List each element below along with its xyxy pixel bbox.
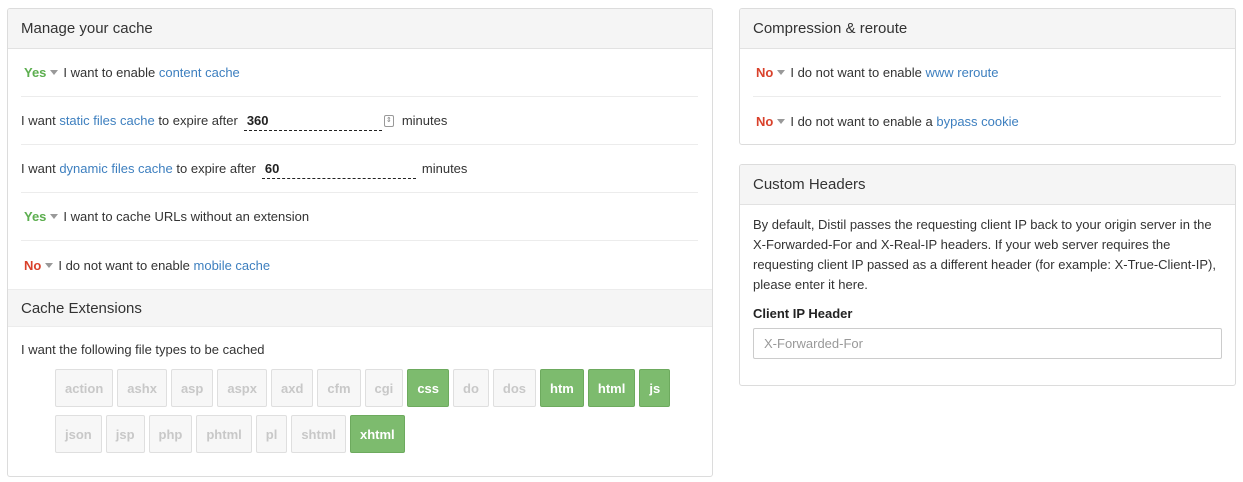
- static-cache-row: I want static files cache to expire afte…: [21, 97, 698, 145]
- extension-chip-pl[interactable]: pl: [255, 415, 288, 453]
- extension-chip-json[interactable]: json: [55, 415, 102, 453]
- extension-chip-row: action ashx asp aspx axd cfm cgi css do dos htm htm…: [55, 369, 695, 407]
- extension-chip-shtml[interactable]: shtml: [291, 415, 346, 453]
- row-text: I do not want to enable: [790, 65, 922, 80]
- bypass-cookie-row: No I do not want to enable a bypass cook…: [753, 97, 1221, 144]
- extension-chip-action[interactable]: action: [55, 369, 114, 407]
- mobile-cache-link[interactable]: mobile cache: [194, 258, 271, 273]
- dynamic-files-cache-link[interactable]: dynamic files cache: [59, 161, 172, 176]
- no-extension-toggle[interactable]: Yes: [24, 209, 59, 224]
- no-extension-row: Yes I want to cache URLs without an exte…: [21, 193, 698, 241]
- row-text: I do not want to enable a: [790, 113, 933, 129]
- extension-chip-css[interactable]: css: [407, 369, 450, 407]
- static-files-cache-link[interactable]: static files cache: [59, 113, 154, 128]
- extension-chip-htm[interactable]: htm: [540, 369, 584, 407]
- panel-title: Custom Headers: [740, 165, 1235, 205]
- mobile-cache-toggle[interactable]: No: [24, 258, 54, 273]
- content-cache-toggle[interactable]: Yes: [24, 65, 59, 80]
- row-text: I want: [21, 161, 56, 176]
- content-cache-row: Yes I want to enable content cache: [21, 49, 698, 97]
- dynamic-cache-row: I want dynamic files cache to expire aft…: [21, 145, 698, 193]
- unit-label: minutes: [401, 113, 448, 128]
- chevron-down-icon: [50, 214, 59, 219]
- client-ip-header-label: Client IP Header: [753, 306, 853, 321]
- extension-chip-do[interactable]: do: [453, 369, 489, 407]
- extension-chip-jsp[interactable]: jsp: [105, 415, 145, 453]
- extension-chip-cfm[interactable]: cfm: [317, 369, 361, 407]
- row-text: I do not want to enable: [58, 257, 190, 273]
- bypass-cookie-link[interactable]: bypass cookie: [936, 114, 1018, 129]
- chevron-down-icon: [777, 118, 786, 124]
- extension-chip-asp[interactable]: asp: [170, 369, 214, 407]
- unit-label: minutes: [421, 161, 468, 176]
- panel-title: Compression & reroute: [740, 9, 1235, 49]
- extension-chip-axd[interactable]: axd: [270, 369, 314, 407]
- panel-title: Manage your cache: [8, 9, 712, 49]
- row-text: to expire after: [176, 161, 256, 176]
- extension-chip-php[interactable]: php: [148, 415, 193, 453]
- row-text: I want to enable: [63, 65, 156, 80]
- extension-chip-row: json jsp php phtml pl shtml xhtml: [55, 415, 695, 453]
- extension-chip-cgi[interactable]: cgi: [364, 369, 404, 407]
- extension-chip-dos[interactable]: dos: [492, 369, 537, 407]
- extension-chip-ashx[interactable]: ashx: [117, 369, 167, 407]
- extension-chip-js[interactable]: js: [639, 369, 671, 407]
- custom-headers-panel: Custom Headers By default, Distil passes…: [739, 164, 1236, 386]
- extension-chips: action ashx asp aspx axd cfm cgi css do dos htm htm…: [55, 369, 695, 461]
- headers-description: By default, Distil passes the requesting…: [753, 217, 1216, 292]
- row-text: to expire after: [158, 113, 238, 128]
- www-reroute-toggle[interactable]: No: [756, 65, 786, 80]
- extension-chip-xhtml[interactable]: xhtml: [349, 415, 405, 453]
- client-ip-header-input[interactable]: [753, 328, 1222, 359]
- static-cache-expire-input[interactable]: [243, 110, 382, 131]
- stepper-icon[interactable]: ⇕: [383, 114, 394, 127]
- dynamic-cache-expire-input[interactable]: [261, 158, 416, 179]
- compression-panel: Compression & reroute No I do not want t…: [739, 8, 1236, 145]
- cache-extensions-title: Cache Extensions: [8, 289, 712, 327]
- extension-chip-aspx[interactable]: aspx: [217, 369, 267, 407]
- content-cache-link[interactable]: content cache: [159, 65, 240, 80]
- mobile-cache-row: No I do not want to enable mobile cache: [21, 241, 698, 289]
- bypass-cookie-toggle[interactable]: No: [756, 114, 786, 129]
- extensions-label: I want the following file types to be ca…: [21, 342, 265, 357]
- extension-chip-phtml[interactable]: phtml: [196, 415, 252, 453]
- chevron-down-icon: [45, 262, 54, 268]
- www-reroute-row: No I do not want to enable www reroute: [753, 49, 1221, 97]
- row-text: I want to cache URLs without an extensio…: [63, 209, 310, 224]
- row-text: I want: [21, 113, 56, 128]
- chevron-down-icon: [50, 70, 59, 75]
- chevron-down-icon: [777, 70, 786, 75]
- extension-chip-html[interactable]: html: [587, 369, 636, 407]
- www-reroute-link[interactable]: www reroute: [926, 65, 999, 80]
